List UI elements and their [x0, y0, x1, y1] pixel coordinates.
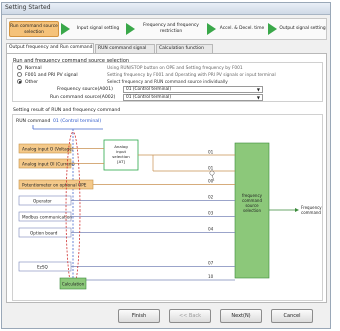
radio-other[interactable]: Other — [17, 79, 38, 86]
svg-text:selection: selection — [243, 208, 261, 213]
window-title: Setting Started — [5, 4, 51, 11]
svg-text:Option board: Option board — [30, 231, 58, 236]
svg-text:04: 04 — [208, 227, 214, 232]
radio-normal[interactable]: Normal — [17, 65, 42, 72]
chevron-down-icon: ▼ — [256, 87, 260, 92]
step-arrow-icon — [207, 23, 216, 35]
radio-f001-prpv[interactable]: F001 and PRI PV signal — [17, 72, 78, 79]
step-input-signal[interactable]: Input signal setting — [72, 21, 124, 37]
tab-calculation-function[interactable]: Calculation function — [156, 44, 213, 53]
run-source-select[interactable]: 01 (Control terminal) ▼ — [123, 94, 263, 101]
setting-wizard-window: Setting Started Run command source selec… — [1, 2, 331, 329]
step-run-command-source[interactable]: Run command source selection — [9, 21, 59, 37]
run-command-value: 01 (Control terminal) — [53, 118, 101, 124]
back-button[interactable]: << Back — [169, 309, 211, 323]
svg-text:command: command — [301, 210, 321, 215]
frequency-source-label: Frequency source(A001) — [57, 87, 113, 92]
diagram-svg: RUN command 01 (Control terminal) Analog… — [16, 118, 322, 290]
frequency-source-select[interactable]: 01 (Control terminal) ▼ — [123, 86, 263, 93]
chevron-down-icon: ▼ — [256, 95, 260, 100]
finish-button[interactable]: Finish — [118, 309, 160, 323]
radio-icon — [17, 65, 22, 70]
svg-text:10: 10 — [208, 274, 214, 279]
step-arrow-icon — [61, 23, 70, 35]
svg-text:01: 01 — [208, 150, 214, 155]
svg-text:Analog input O (Voltage): Analog input O (Voltage) — [22, 147, 74, 152]
command-diagram: RUN command 01 (Control terminal) Analog… — [12, 114, 323, 301]
svg-text:Calculation: Calculation — [62, 282, 85, 287]
radio-icon — [17, 72, 22, 77]
svg-text:Potentiometer on optional OPE: Potentiometer on optional OPE — [22, 183, 87, 188]
tab-run-command-signal[interactable]: RUN command signal — [95, 44, 155, 53]
diagram-title: Setting result of RUN and frequency comm… — [13, 108, 121, 113]
radio-selected-icon — [17, 79, 22, 84]
step-output-signal[interactable]: Output signal setting — [279, 21, 326, 37]
run-source-label: Run command source(A002) — [50, 95, 116, 100]
svg-text:02: 02 — [208, 195, 214, 200]
svg-text:Operator: Operator — [33, 199, 52, 204]
option-description: Setting frequency by F001 and Operating … — [107, 73, 276, 78]
svg-text:Modbus communication: Modbus communication — [22, 215, 72, 220]
svg-text:EzSQ: EzSQ — [37, 265, 49, 270]
option-description: Select frequency and RUN command source … — [107, 80, 228, 85]
svg-text:07: 07 — [208, 261, 214, 266]
option-description: Using RUN/STOP button on OPE and Setting… — [107, 66, 243, 71]
step-frequency[interactable]: Frequency and frequency restriction — [137, 21, 205, 37]
svg-text:03: 03 — [208, 211, 214, 216]
switch-icon — [209, 170, 215, 176]
svg-text:[AT]: [AT] — [117, 159, 125, 164]
arrow-right-icon — [295, 208, 299, 212]
step-arrow-icon — [126, 23, 135, 35]
run-command-label: RUN command — [16, 118, 50, 124]
step-accel-decel[interactable]: Accel. & Decel. time — [218, 21, 266, 37]
cancel-button[interactable]: Cancel — [271, 309, 313, 323]
tab-panel: Run and frequency command source selecti… — [6, 53, 327, 303]
wizard-steps: Run command source selection Input signa… — [6, 18, 327, 40]
svg-text:00: 00 — [208, 179, 214, 184]
step-arrow-icon — [268, 23, 277, 35]
title-bar: Setting Started — [2, 3, 330, 15]
next-button[interactable]: Next(N) — [220, 309, 262, 323]
svg-text:01: 01 — [208, 166, 214, 171]
tab-output-frequency[interactable]: Output frequency and Run command — [6, 43, 94, 53]
